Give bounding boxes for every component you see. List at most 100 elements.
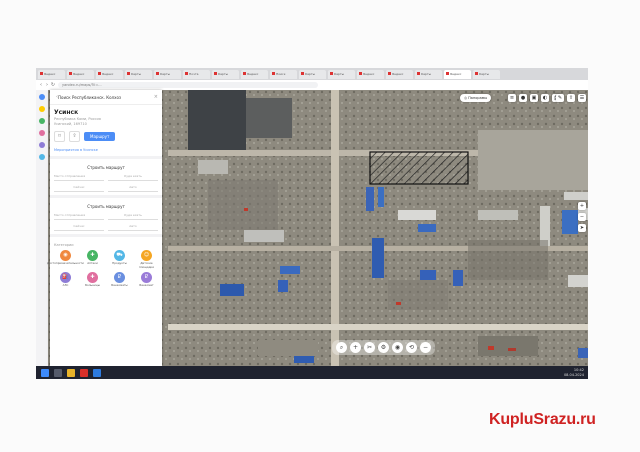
site-watermark: KupluSrazu.ru — [489, 411, 596, 428]
camera-icon[interactable]: ◉ — [392, 342, 403, 353]
ruler-icon[interactable]: ✂ — [364, 342, 375, 353]
time-field[interactable]: Сейчас — [54, 184, 104, 192]
browser-tab[interactable]: Яндекс — [386, 69, 413, 79]
share-icon[interactable]: ⇪ — [567, 94, 575, 102]
video-icon[interactable] — [39, 142, 45, 148]
camera-icon: ◉ — [60, 250, 71, 261]
browser-tab[interactable]: Карты — [473, 69, 500, 79]
browser-tab[interactable]: Почта — [183, 69, 210, 79]
tab-label: Яндекс — [73, 71, 85, 76]
browser-tab[interactable]: Яндекс — [96, 69, 123, 79]
zoom-in-icon[interactable]: + — [578, 202, 586, 210]
url-input[interactable]: yandex.ru/maps/?ll=... — [58, 82, 318, 88]
zoom-out-tool-icon[interactable]: − — [420, 342, 431, 353]
tab-label: Поиск — [276, 71, 286, 76]
category-item[interactable]: ₽ Банкоматы — [106, 272, 133, 288]
browser-tab[interactable]: Яндекс — [357, 69, 384, 79]
search-query[interactable]: Поиск Республиканск. Колхоз — [58, 95, 152, 100]
browser-tab[interactable]: Яндекс — [241, 69, 268, 79]
browser-tab[interactable]: Яндекс — [38, 69, 65, 79]
folder-icon[interactable] — [67, 368, 75, 377]
panel-header: ‹ Поиск Республиканск. Колхоз × — [50, 90, 162, 105]
tab-label: Яндекс — [392, 71, 404, 76]
time-field-2[interactable]: Сейчас — [54, 223, 104, 231]
route-options-2: Сейчас Авто — [50, 223, 162, 234]
tab-label: Карты — [421, 71, 431, 76]
route-form-2: Место отправления Куда ехать — [50, 212, 162, 223]
search-icon[interactable]: ⌕ — [336, 342, 347, 353]
panorama-toggle[interactable]: ◎ Панорамы — [460, 94, 492, 102]
layers-icon[interactable]: ≡ — [508, 94, 516, 102]
category-label: Продукты — [112, 261, 127, 265]
news-icon[interactable] — [39, 154, 45, 160]
tab-label: Карты — [218, 71, 228, 76]
from-field-2[interactable]: Место отправления — [54, 212, 104, 220]
browser-tab[interactable]: Яндекс — [67, 69, 94, 79]
mode-field[interactable]: Авто — [108, 184, 158, 192]
menu-icon[interactable]: ☰ — [578, 94, 586, 102]
category-item[interactable]: ✚ Аптеки — [79, 250, 106, 269]
browser-tab[interactable]: Карты — [328, 69, 355, 79]
browser-tab[interactable]: Карты — [212, 69, 239, 79]
tab-label: Яндекс — [450, 71, 462, 76]
tab-favicon-icon — [156, 72, 159, 75]
category-label: АЗС — [62, 283, 69, 287]
atm-icon: ₽ — [114, 272, 125, 283]
close-icon[interactable]: × — [154, 94, 158, 100]
tab-label: Карты — [334, 71, 344, 76]
mode-field-2[interactable]: Авто — [108, 223, 158, 231]
category-item[interactable]: ☺ Детские площадки — [133, 250, 160, 269]
search-taskbar-icon[interactable] — [54, 368, 62, 377]
tab-favicon-icon — [185, 72, 188, 75]
panorama-icon[interactable]: ◐ — [541, 94, 549, 102]
tab-favicon-icon — [330, 72, 333, 75]
zoom-in-tool-icon[interactable]: + — [350, 342, 361, 353]
tab-favicon-icon — [359, 72, 362, 75]
tab-favicon-icon — [243, 72, 246, 75]
tab-label: Яндекс — [247, 71, 259, 76]
browser-icon[interactable] — [80, 368, 88, 377]
route-icon[interactable]: ⟲ — [406, 342, 417, 353]
traffic-icon[interactable]: ● — [519, 94, 527, 102]
tab-favicon-icon — [40, 72, 43, 75]
word-icon[interactable] — [93, 368, 101, 377]
star-icon[interactable] — [39, 106, 45, 112]
share-place-icon[interactable]: ⇪ — [69, 131, 80, 142]
browser-tab[interactable]: Карты — [154, 69, 181, 79]
start-icon[interactable] — [41, 368, 49, 377]
hospital-icon: ✚ — [87, 272, 98, 283]
browser-tab[interactable]: Карты — [415, 69, 442, 79]
reload-icon[interactable]: ↻ — [50, 82, 56, 88]
category-item[interactable]: ◉ Достопримечательности — [47, 250, 84, 269]
gear-icon[interactable]: ⚙ — [378, 342, 389, 353]
to-field-2[interactable]: Куда ехать — [108, 212, 158, 220]
locate-icon[interactable]: ➤ — [578, 224, 586, 232]
music-icon[interactable] — [39, 130, 45, 136]
category-item[interactable]: ⛽ АЗС — [52, 272, 79, 288]
system-clock[interactable]: 10:42 08.04.2024 — [564, 368, 584, 377]
events-link[interactable]: Мероприятия в Усинске — [50, 146, 162, 156]
category-label: Банкоматы — [111, 283, 128, 287]
category-label: Больницы — [85, 283, 100, 287]
bus-icon[interactable]: ▣ — [530, 94, 538, 102]
edit-icon[interactable]: ✎ — [556, 94, 564, 102]
chat-icon[interactable] — [39, 118, 45, 124]
to-field[interactable]: Куда ехать — [108, 173, 158, 181]
category-item[interactable]: ₽ Банкомат — [133, 272, 160, 288]
browser-tab[interactable]: Карты — [125, 69, 152, 79]
route-button[interactable]: Маршрут — [84, 132, 116, 141]
mail-icon[interactable] — [39, 94, 45, 100]
category-item[interactable]: ✚ Больницы — [79, 272, 106, 288]
browser-tab[interactable]: Яндекс — [444, 69, 471, 79]
browser-tab[interactable]: Поиск — [270, 69, 297, 79]
tab-label: Карты — [131, 71, 141, 76]
windows-taskbar: 10:42 08.04.2024 — [36, 366, 588, 379]
tab-label: Почта — [189, 71, 199, 76]
from-field[interactable]: Место отправления — [54, 173, 104, 181]
route-form-1: Место отправления Куда ехать — [50, 173, 162, 184]
zoom-out-icon[interactable]: − — [578, 213, 586, 221]
category-item[interactable]: ⛟ Продукты — [106, 250, 133, 269]
browser-tab[interactable]: Карты — [299, 69, 326, 79]
bookmark-icon[interactable]: ⌑ — [54, 131, 65, 142]
screen: Яндекс Яндекс Яндекс Карты Карты Почта Карты Ян… — [36, 68, 588, 379]
